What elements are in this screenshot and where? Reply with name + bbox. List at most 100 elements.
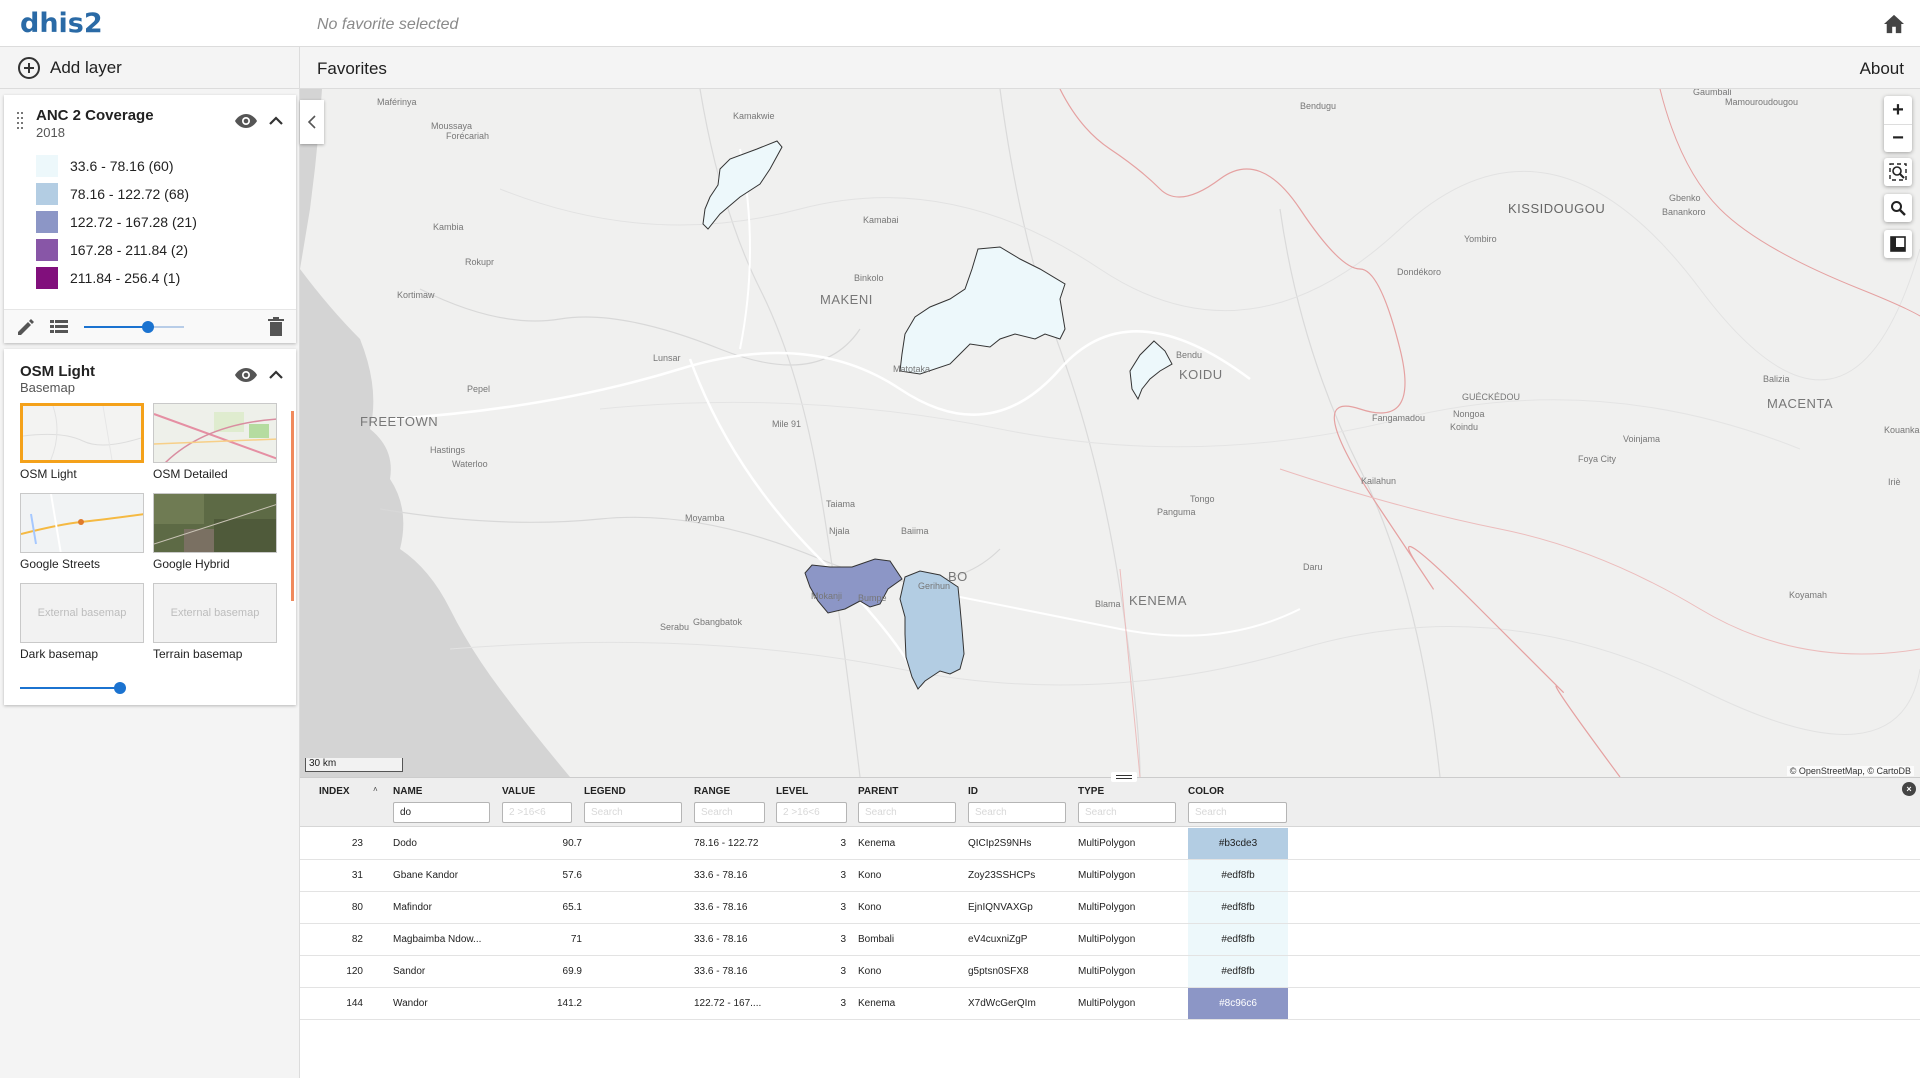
map-place-label: Kortimaw — [397, 290, 435, 300]
legend-label: 33.6 - 78.16 (60) — [70, 158, 174, 174]
column-header-index[interactable]: INDEX — [319, 786, 350, 797]
basemap-thumbnail[interactable] — [20, 403, 144, 463]
map-place-label: FREETOWN — [360, 414, 439, 429]
map-place-label: Gaumbali — [1693, 89, 1732, 97]
range-cell: 33.6 - 78.16 — [694, 966, 748, 977]
fit-bounds-control — [1884, 158, 1912, 186]
id-filter-input[interactable] — [968, 802, 1066, 823]
map-place-label: Waterloo — [452, 459, 488, 469]
basemap-layer-card: OSM Light Basemap OSM Light OSM Detailed — [4, 349, 296, 705]
column-header-color[interactable]: COLOR — [1188, 786, 1224, 797]
basemap-label: Google Streets — [20, 557, 101, 571]
map-place-label: Kamabai — [863, 215, 899, 225]
visibility-eye-icon[interactable] — [234, 113, 258, 129]
visibility-eye-icon[interactable] — [234, 367, 258, 383]
collapse-panel-button[interactable] — [300, 100, 324, 144]
legend-swatch — [36, 183, 58, 205]
data-table-icon[interactable] — [50, 319, 68, 335]
map-place-label: Tongo — [1190, 494, 1215, 504]
table-row[interactable]: 31 Gbane Kandor 57.6 33.6 - 78.16 3 Kono Zoy23… — [300, 860, 1920, 892]
column-header-value[interactable]: VALUE — [502, 786, 535, 797]
column-header-type[interactable]: TYPE — [1078, 786, 1104, 797]
name-filter-input[interactable] — [393, 802, 490, 823]
basemap-google-hybrid[interactable]: Google Hybrid — [153, 493, 277, 571]
table-row[interactable]: 23 Dodo 90.7 78.16 - 122.72 3 Kenema QICIp2S9N… — [300, 828, 1920, 860]
edit-pencil-icon[interactable] — [16, 318, 36, 336]
fullscreen-button[interactable] — [1884, 230, 1912, 258]
map-place-label: Njala — [829, 526, 850, 536]
slider-knob[interactable] — [142, 321, 154, 333]
legend-filter-input[interactable] — [584, 802, 682, 823]
level-cell: 3 — [840, 870, 846, 881]
opacity-slider[interactable] — [84, 320, 184, 334]
basemap-thumbnail[interactable]: External basemap — [153, 583, 277, 643]
basemap-osm-detailed[interactable]: OSM Detailed — [153, 403, 277, 481]
legend-swatch — [36, 267, 58, 289]
column-header-name[interactable]: NAME — [393, 786, 422, 797]
fit-bounds-button[interactable] — [1884, 158, 1912, 186]
map-search-button[interactable] — [1884, 194, 1912, 222]
map-place-label: Binkolo — [854, 273, 884, 283]
id-cell: QICIp2S9NHs — [968, 838, 1032, 849]
table-row[interactable]: 144 Wandor 141.2 122.72 - 167.... 3 Kenema X7d… — [300, 988, 1920, 1020]
column-header-id[interactable]: ID — [968, 786, 978, 797]
basemap-osm-light[interactable]: OSM Light — [20, 403, 144, 481]
close-table-icon[interactable]: × — [1902, 782, 1916, 796]
collapse-chevron-up-icon[interactable] — [268, 113, 284, 129]
index-cell: 31 — [351, 870, 363, 881]
range-cell: 33.6 - 78.16 — [694, 934, 748, 945]
basemap-opacity-slider[interactable] — [20, 681, 126, 695]
value-filter-input[interactable] — [502, 802, 572, 823]
range-filter-input[interactable] — [694, 802, 765, 823]
basemap-label: Dark basemap — [20, 647, 99, 661]
favorites-button[interactable]: Favorites — [317, 59, 387, 79]
dhis2-logo[interactable]: dhis2 — [20, 8, 103, 39]
map-view[interactable]: Gaumbali Maférinya Bendugu Mamouroudougou Ka… — [300, 89, 1920, 777]
table-row[interactable]: 82 Magbaimba Ndow... 71 33.6 - 78.16 3 Bombal… — [300, 924, 1920, 956]
map-place-label: Gerihun — [918, 581, 951, 591]
basemap-terrain[interactable]: External basemap Terrain basemap — [153, 583, 277, 661]
id-cell: Zoy23SSHCPs — [968, 870, 1036, 881]
color-filter-input[interactable] — [1188, 802, 1287, 823]
type-filter-input[interactable] — [1078, 802, 1176, 823]
map-place-label: Pepel — [467, 384, 491, 394]
sort-ascending-icon[interactable]: ˄ — [373, 785, 378, 794]
column-header-legend[interactable]: LEGEND — [584, 786, 626, 797]
map-place-label: BO — [948, 569, 968, 584]
table-resize-handle[interactable] — [1111, 772, 1137, 782]
map-place-label: Nongoa — [1453, 409, 1485, 419]
basemap-thumbnail[interactable] — [20, 493, 144, 553]
slider-knob[interactable] — [114, 682, 126, 694]
column-header-range[interactable]: RANGE — [694, 786, 730, 797]
basemap-scrollbar[interactable] — [291, 411, 294, 601]
table-row[interactable]: 80 Mafindor 65.1 33.6 - 78.16 3 Kono EjnIQNVAX… — [300, 892, 1920, 924]
parent-filter-input[interactable] — [858, 802, 956, 823]
delete-trash-icon[interactable] — [268, 317, 284, 337]
basemap-google-streets[interactable]: Google Streets — [20, 493, 144, 571]
basemap-label: Terrain basemap — [153, 647, 243, 661]
level-filter-input[interactable] — [776, 802, 847, 823]
column-header-parent[interactable]: PARENT — [858, 786, 898, 797]
column-header-level[interactable]: LEVEL — [776, 786, 808, 797]
home-icon[interactable] — [1883, 14, 1905, 34]
zoom-out-button[interactable]: − — [1884, 124, 1912, 152]
map-place-label: KISSIDOUGOU — [1508, 201, 1606, 216]
basemap-thumbnail[interactable]: External basemap — [20, 583, 144, 643]
name-cell: Magbaimba Ndow... — [393, 934, 482, 945]
add-layer-button[interactable]: Add layer — [0, 47, 300, 89]
basemap-thumbnail[interactable] — [153, 403, 277, 463]
legend-item: 167.28 - 211.84 (2) — [36, 236, 197, 264]
map-place-label: Fangamadou — [1372, 413, 1426, 423]
parent-cell: Kono — [858, 870, 882, 881]
about-button[interactable]: About — [1860, 59, 1904, 79]
table-row[interactable]: 120 Sandor 69.9 33.6 - 78.16 3 Kono g5ptsn0SFX… — [300, 956, 1920, 988]
basemap-dark[interactable]: External basemap Dark basemap — [20, 583, 144, 661]
parent-cell: Bombali — [858, 934, 895, 945]
map-place-label: Kailahun — [1361, 476, 1397, 486]
collapse-chevron-up-icon[interactable] — [268, 367, 284, 383]
parent-cell: Kenema — [858, 838, 896, 849]
zoom-in-button[interactable]: + — [1884, 96, 1912, 124]
basemap-thumbnail[interactable] — [153, 493, 277, 553]
basemap-label: OSM Light — [20, 467, 77, 481]
drag-handle-icon[interactable] — [16, 112, 24, 132]
